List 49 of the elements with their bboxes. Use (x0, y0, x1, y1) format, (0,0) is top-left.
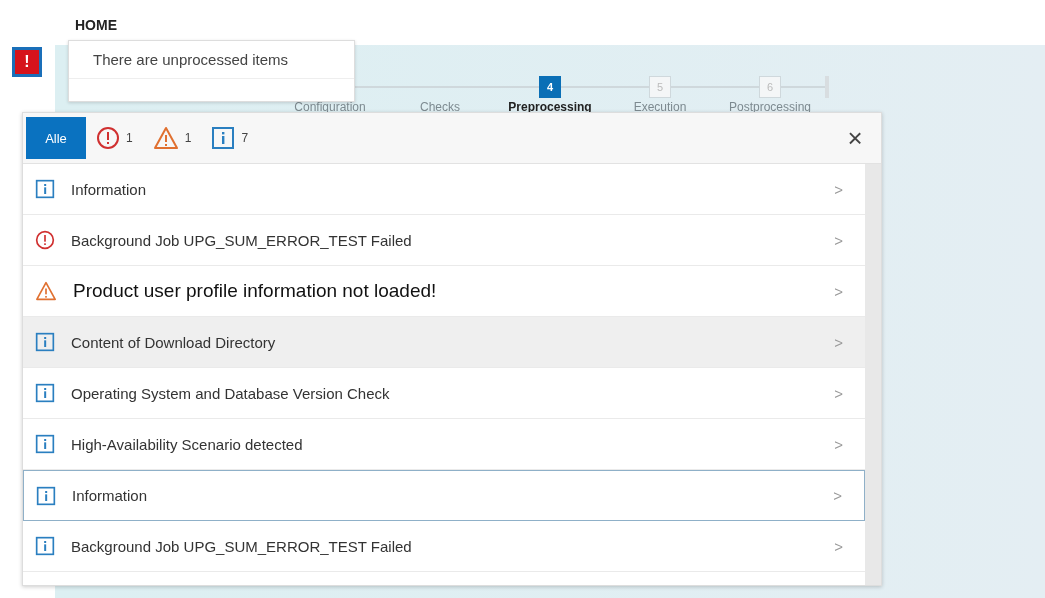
step-label: Execution (633, 100, 687, 114)
chevron-icon: > (834, 333, 843, 351)
message-item[interactable]: Information > (23, 470, 865, 521)
chevron-icon: > (834, 282, 843, 300)
message-text: Product user profile information not loaded! (73, 280, 438, 302)
chevron-icon: > (834, 384, 843, 402)
warning-filter-tab[interactable]: 1 (142, 120, 202, 156)
error-filter-tab[interactable]: 1 (86, 120, 143, 156)
message-item[interactable]: High-Availability Scenario detected > (23, 419, 865, 470)
info-icon (35, 434, 55, 454)
all-filter-tab[interactable]: Alle (26, 117, 86, 159)
message-text: Background Job UPG_SUM_ERROR_TEST Failed (71, 537, 413, 555)
info-filter-tab[interactable]: 7 (201, 120, 259, 156)
info-icon (211, 126, 236, 150)
scrollbar[interactable] (865, 164, 881, 585)
step-label: Postprocessing (728, 100, 811, 114)
chevron-icon: > (833, 487, 842, 504)
info-icon (35, 179, 55, 199)
error-icon (96, 126, 120, 150)
chevron-icon: > (834, 537, 843, 555)
message-item[interactable]: Background Job UPG_SUM_ERROR_TEST Failed > (23, 215, 865, 266)
step-label: Checks (420, 100, 460, 114)
chevron-icon: > (834, 231, 843, 249)
message-text: High-Availability Scenario detected (71, 435, 304, 453)
chevron-icon: > (834, 435, 843, 453)
message-text: Information (71, 180, 148, 198)
info-icon (35, 383, 55, 403)
message-item[interactable]: Information > (23, 164, 865, 215)
message-item[interactable]: Content of Download Directory > (23, 317, 865, 368)
message-text: Operating System and Database Version Check (71, 384, 391, 402)
error-icon (35, 230, 55, 250)
message-item[interactable]: Operating System and Database Version Check > (23, 368, 865, 419)
step-label: Preprocessing (508, 100, 592, 114)
message-text: Background Job UPG_SUM_ERROR_TEST Failed (71, 231, 413, 249)
alert-button[interactable]: ! (12, 47, 42, 77)
chevron-icon: > (834, 180, 843, 198)
message-text: Information (72, 487, 149, 504)
message-item[interactable]: Background Job UPG_SUM_ERROR_TEST Failed > (23, 521, 865, 572)
info-icon (36, 485, 56, 506)
warning-icon (152, 126, 179, 150)
info-icon (35, 332, 55, 352)
tooltip-text: There are unprocessed items (69, 41, 354, 79)
message-text: Content of Download Directory (71, 333, 277, 351)
close-button[interactable]: × (835, 121, 875, 155)
warning-icon (35, 281, 57, 301)
step-label: Configuration (294, 100, 366, 114)
page-title: HOME (75, 17, 117, 33)
info-icon (35, 536, 55, 556)
step-number[interactable]: 4 (539, 76, 561, 98)
